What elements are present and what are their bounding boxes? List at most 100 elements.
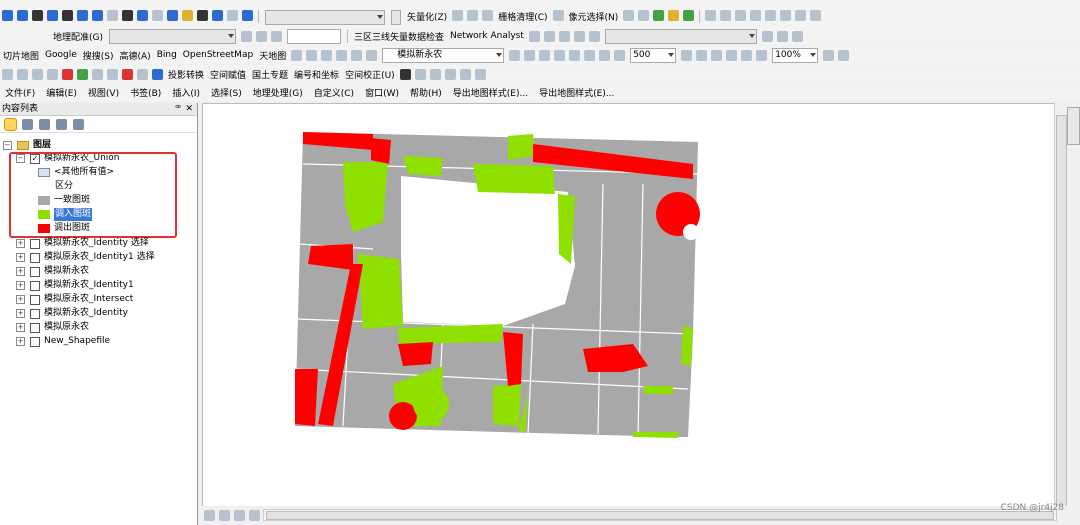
toolbar-icon-p[interactable] xyxy=(696,49,708,61)
toolbar-icon-t[interactable] xyxy=(756,49,768,61)
html-popup-icon[interactable] xyxy=(167,10,178,21)
spatial-assign-menu[interactable]: 空间赋值 xyxy=(210,68,246,81)
edit-tool-2-icon[interactable] xyxy=(735,10,747,21)
spatial-correct-menu[interactable]: 空间校正(U) xyxy=(345,68,395,81)
network-tool-4-icon[interactable] xyxy=(573,30,585,42)
rectangle-icon[interactable] xyxy=(17,68,28,80)
toolbar-icon-e[interactable] xyxy=(351,49,363,61)
green-tool-2-icon[interactable] xyxy=(683,10,695,21)
network-tool-8-icon[interactable] xyxy=(791,30,803,42)
toolbar-icon-s[interactable] xyxy=(741,49,753,61)
data-view-icon[interactable] xyxy=(204,510,215,521)
correct-tool-2-icon[interactable] xyxy=(429,68,441,80)
list-by-visibility-icon[interactable] xyxy=(39,118,50,130)
layer-row[interactable]: + 模拟新永农 xyxy=(16,265,89,278)
select-tool-2-icon[interactable] xyxy=(638,10,650,21)
layer-visibility-checkbox[interactable] xyxy=(30,294,40,305)
collapse-icon[interactable]: − xyxy=(3,141,12,150)
green-tool-icon[interactable] xyxy=(653,10,665,21)
menu-bookmarks[interactable]: 书签(B) xyxy=(130,86,161,99)
vectorize-menu[interactable]: 矢量化(Z) xyxy=(407,10,447,23)
toolbar-icon-n[interactable] xyxy=(614,49,626,61)
horizontal-scroll-thumb[interactable] xyxy=(266,511,1054,520)
in-parcel-circle[interactable] xyxy=(413,386,449,422)
numbering-menu[interactable]: 编号和坐标 xyxy=(294,68,339,81)
expand-icon[interactable]: + xyxy=(16,323,25,332)
toolbar-icon-h[interactable] xyxy=(524,49,536,61)
menu-customize[interactable]: 自定义(C) xyxy=(314,86,354,99)
tile-map-menu[interactable]: 切片地图 xyxy=(3,49,39,62)
edit-tool-7-icon[interactable] xyxy=(810,10,822,21)
forward-arrow-icon[interactable] xyxy=(92,10,103,21)
edit-tool-4-icon[interactable] xyxy=(765,10,777,21)
bing-menu[interactable]: Bing xyxy=(157,50,177,60)
vertical-scrollbar[interactable] xyxy=(1054,103,1067,507)
layer-visibility-checkbox[interactable] xyxy=(30,266,40,277)
measure-icon[interactable] xyxy=(182,10,193,21)
select-element-icon[interactable] xyxy=(122,10,133,21)
toolbar-icon-k[interactable] xyxy=(569,49,581,61)
gaode-menu[interactable]: 高德(A) xyxy=(120,49,151,62)
layer-visibility-checkbox[interactable] xyxy=(30,308,40,319)
menu-edit[interactable]: 编辑(E) xyxy=(46,86,77,99)
menu-view[interactable]: 视图(V) xyxy=(88,86,119,99)
layer-row[interactable]: + 模拟新永农_Identity1 xyxy=(16,279,134,292)
google-menu[interactable]: Google xyxy=(45,50,77,60)
pan-icon[interactable] xyxy=(32,10,43,21)
toolbar-icon-d[interactable] xyxy=(336,49,348,61)
network-tool-7-icon[interactable] xyxy=(776,30,788,42)
back-arrow-icon[interactable] xyxy=(77,10,88,21)
zoom-in-icon[interactable] xyxy=(2,10,13,21)
options-icon[interactable] xyxy=(73,118,84,130)
correct-tool-5-icon[interactable] xyxy=(474,68,486,80)
toolbar-icon-i[interactable] xyxy=(539,49,551,61)
list-by-drawing-order-icon[interactable] xyxy=(4,117,17,131)
toolbar-icon-q[interactable] xyxy=(711,49,723,61)
layer-visibility-checkbox[interactable] xyxy=(30,252,40,263)
toolbar-icon-o[interactable] xyxy=(681,49,693,61)
toolbar-icon-l[interactable] xyxy=(584,49,596,61)
toolbar-icon-r[interactable] xyxy=(726,49,738,61)
georef-layer-dropdown[interactable] xyxy=(109,28,236,44)
pencil-icon[interactable] xyxy=(467,10,479,21)
menu-export-style-2[interactable]: 导出地图样式(E)... xyxy=(539,86,614,99)
close-icon[interactable]: ✕ xyxy=(185,103,193,115)
network-tool-icon[interactable] xyxy=(528,30,540,42)
toolbar-icon-b[interactable] xyxy=(306,49,318,61)
map-canvas[interactable] xyxy=(203,104,1054,507)
check-icon[interactable] xyxy=(77,68,88,80)
yellow-tool-icon[interactable] xyxy=(668,10,680,21)
fixed-zoom-icon[interactable] xyxy=(62,10,73,21)
identify-icon[interactable] xyxy=(137,10,148,21)
erase-icon[interactable] xyxy=(552,10,564,21)
network-tool-2-icon[interactable] xyxy=(543,30,555,42)
refresh-icon[interactable] xyxy=(234,510,245,521)
expand-icon[interactable]: + xyxy=(16,295,25,304)
find-icon[interactable] xyxy=(197,10,208,21)
toolbar-icon-m[interactable] xyxy=(599,49,611,61)
menu-file[interactable]: 文件(F) xyxy=(5,86,35,99)
cut-icon[interactable] xyxy=(107,68,118,80)
projection-convert-menu[interactable]: 投影转换 xyxy=(168,68,204,81)
toolbar-icon-j[interactable] xyxy=(554,49,566,61)
menu-windows[interactable]: 窗口(W) xyxy=(365,86,399,99)
layer-visibility-checkbox[interactable] xyxy=(30,322,40,333)
zoom-out-icon[interactable] xyxy=(17,10,28,21)
select-tool-icon[interactable] xyxy=(623,10,635,21)
toolbar-icon-a[interactable] xyxy=(291,49,303,61)
layer-visibility-checkbox[interactable] xyxy=(30,280,40,291)
tianditu-menu[interactable]: 天地图 xyxy=(259,49,286,62)
expand-icon[interactable]: + xyxy=(16,309,25,318)
edit-tool-icon[interactable] xyxy=(720,10,732,21)
georeference-menu[interactable]: 地理配准(G) xyxy=(53,30,103,43)
expand-icon[interactable]: + xyxy=(16,281,25,290)
toolbar-icon-u[interactable] xyxy=(823,49,835,61)
cadastral-check-menu[interactable]: 三区三线矢量数据检查 xyxy=(354,30,444,43)
network-tool-5-icon[interactable] xyxy=(588,30,600,42)
layer-row[interactable]: + New_Shapefile xyxy=(16,335,110,348)
correct-tool-icon[interactable] xyxy=(414,68,426,80)
edit-tool-3-icon[interactable] xyxy=(750,10,762,21)
layer-row[interactable]: + 模拟原永农_Intersect xyxy=(16,293,133,306)
edit-icon[interactable] xyxy=(92,68,103,80)
menu-export-style-1[interactable]: 导出地图样式(E)... xyxy=(453,86,528,99)
